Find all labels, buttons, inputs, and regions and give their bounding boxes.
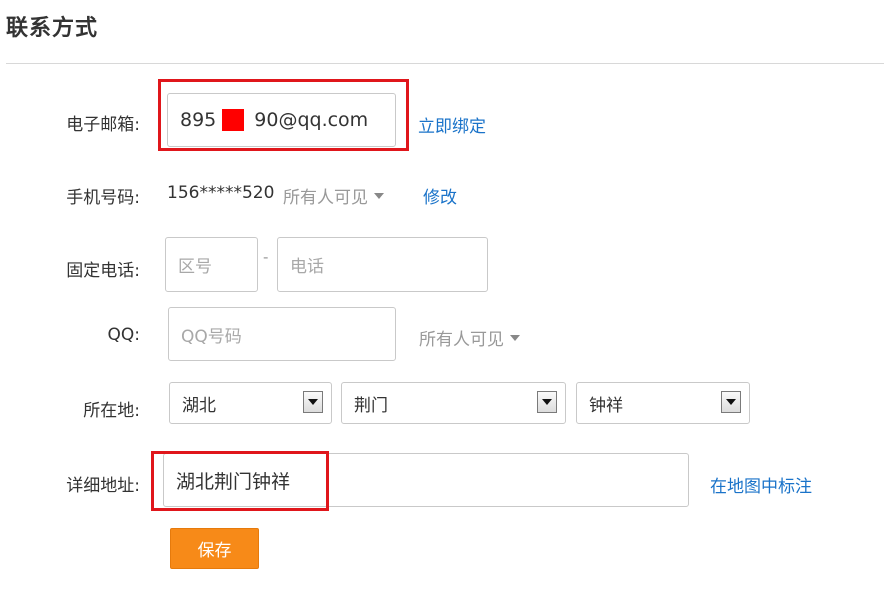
phone-label: 固定电话: bbox=[66, 261, 140, 281]
city-select[interactable]: 荆门 bbox=[341, 382, 566, 424]
section-divider bbox=[6, 63, 884, 64]
area-code-input[interactable]: 区号 bbox=[165, 237, 258, 292]
district-value: 钟祥 bbox=[589, 395, 623, 416]
email-value-prefix: 895 bbox=[180, 109, 217, 131]
district-select[interactable]: 钟祥 bbox=[576, 382, 750, 424]
province-select[interactable]: 湖北 bbox=[169, 382, 332, 424]
address-label: 详细地址: bbox=[66, 476, 140, 496]
mobile-value: 156*****520 bbox=[167, 183, 275, 203]
mobile-visibility-label: 所有人可见 bbox=[283, 188, 368, 208]
email-field[interactable]: 895 90@qq.com bbox=[167, 93, 396, 147]
address-highlight-box bbox=[151, 451, 329, 511]
email-redaction bbox=[222, 109, 245, 131]
qq-visibility-label: 所有人可见 bbox=[419, 330, 504, 350]
email-label: 电子邮箱: bbox=[66, 115, 140, 135]
mobile-label: 手机号码: bbox=[66, 188, 140, 208]
city-value: 荆门 bbox=[354, 395, 388, 416]
qq-input[interactable]: QQ号码 bbox=[168, 307, 396, 361]
qq-label: QQ: bbox=[107, 325, 141, 345]
qq-placeholder: QQ号码 bbox=[181, 326, 242, 347]
location-label: 所在地: bbox=[83, 401, 140, 421]
chevron-down-icon bbox=[510, 334, 520, 341]
phone-number-input[interactable]: 电话 bbox=[277, 237, 488, 292]
mobile-visibility-dropdown[interactable]: 所有人可见 bbox=[283, 183, 384, 208]
area-code-placeholder: 区号 bbox=[178, 257, 212, 277]
bind-email-link[interactable]: 立即绑定 bbox=[418, 112, 486, 137]
section-title: 联系方式 bbox=[6, 16, 99, 41]
select-arrow-icon bbox=[721, 391, 741, 413]
chevron-down-icon bbox=[374, 192, 384, 199]
save-button[interactable]: 保存 bbox=[170, 528, 259, 569]
edit-mobile-link[interactable]: 修改 bbox=[423, 183, 457, 208]
select-arrow-icon bbox=[303, 391, 323, 413]
phone-separator: - bbox=[263, 248, 269, 266]
map-mark-link[interactable]: 在地图中标注 bbox=[710, 472, 812, 497]
email-value-suffix: 90@qq.com bbox=[254, 109, 369, 131]
phone-number-placeholder: 电话 bbox=[290, 257, 324, 277]
select-arrow-icon bbox=[537, 391, 557, 413]
province-value: 湖北 bbox=[182, 395, 216, 416]
qq-visibility-dropdown[interactable]: 所有人可见 bbox=[419, 325, 520, 350]
